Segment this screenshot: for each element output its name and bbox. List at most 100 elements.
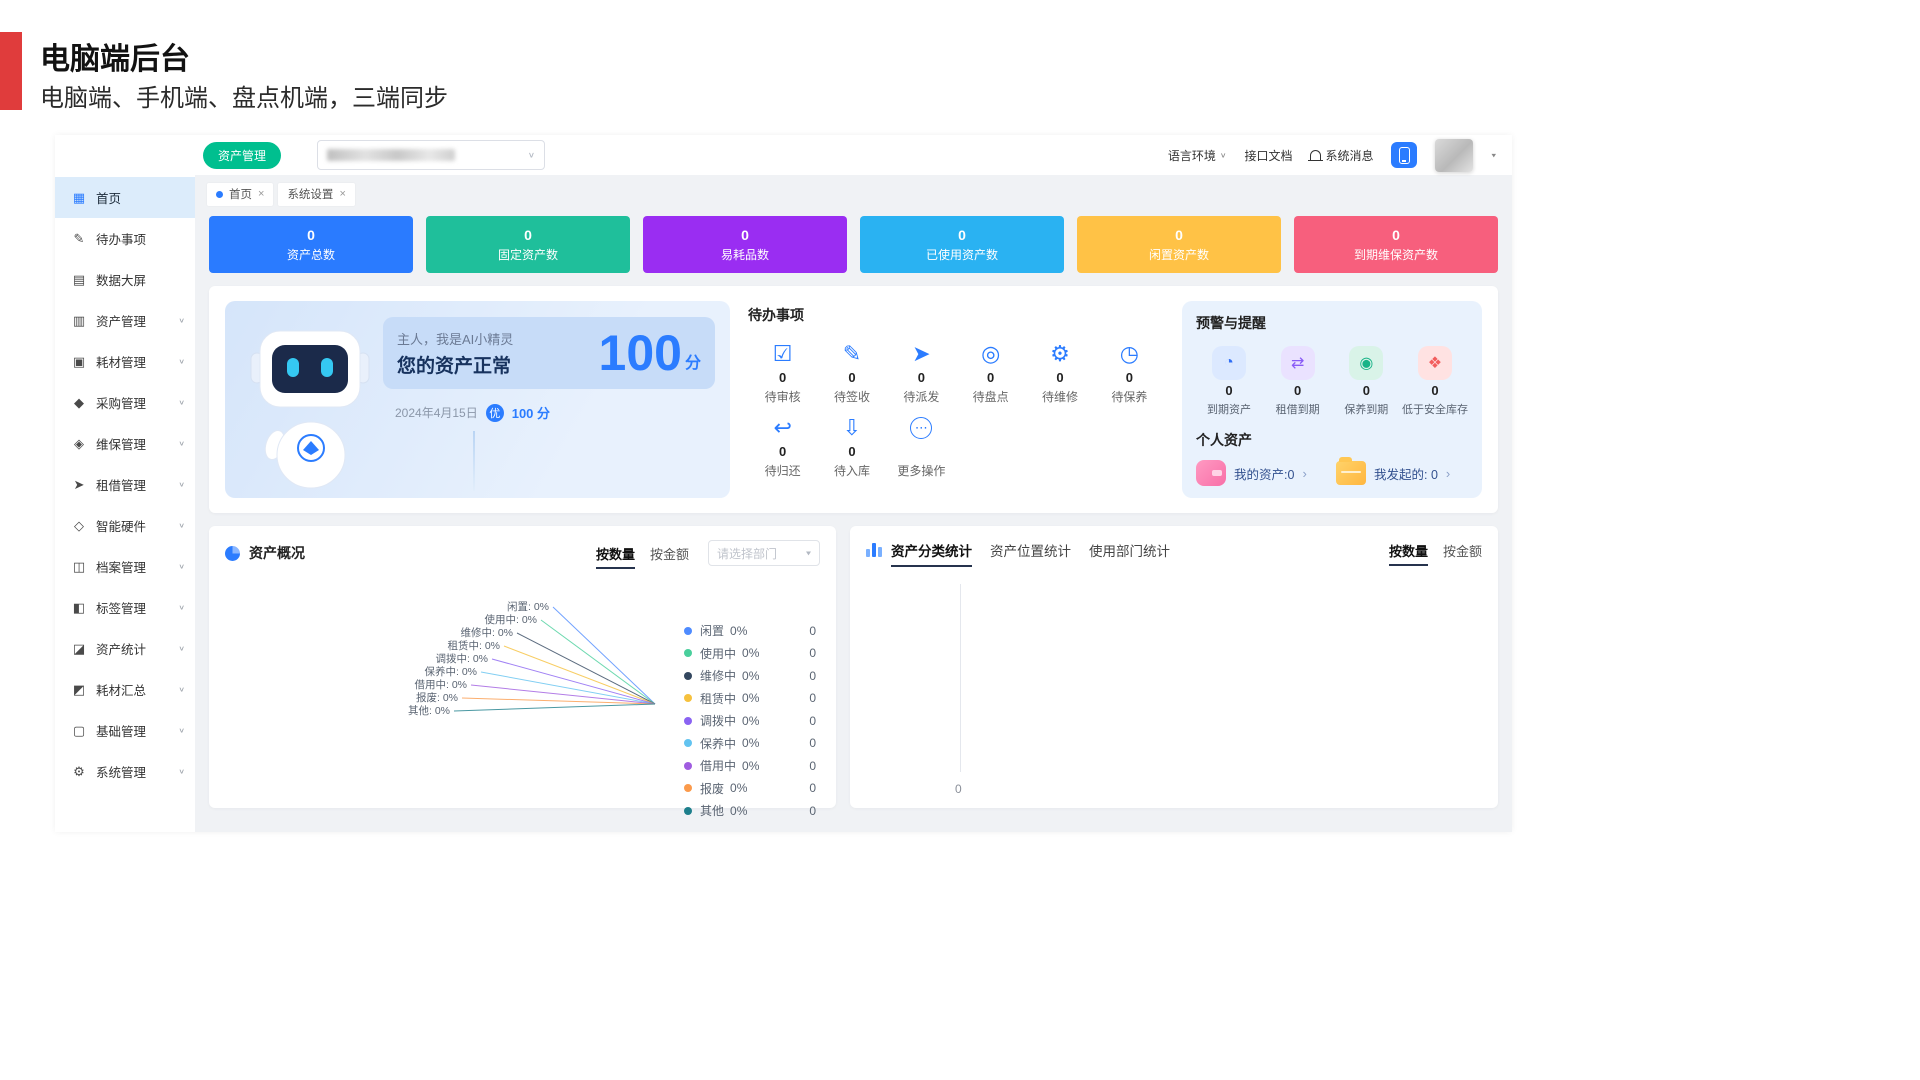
clock-icon: ◔ [1212, 346, 1246, 380]
alert-label: 到期资产 [1207, 401, 1251, 417]
inbound-icon: ⇩ [843, 415, 861, 441]
stat-card-fixed-assets[interactable]: 0 固定资产数 [426, 216, 630, 273]
legend-item[interactable]: 保养中 0% 0 [684, 735, 816, 752]
tab-system-settings[interactable]: 系统设置 × [278, 183, 354, 206]
todo-item-pending-review[interactable]: ☑ 0 待审核 [748, 341, 817, 405]
todo-item-pending-maintenance[interactable]: ◷ 0 待保养 [1095, 341, 1164, 405]
todo-item-pending-dispatch[interactable]: ➤ 0 待派发 [887, 341, 956, 405]
todo-label: 待保养 [1111, 388, 1147, 405]
language-menu[interactable]: 语言环境 ∨ [1168, 147, 1227, 164]
my-initiated-link[interactable]: 我发起的: 0 › [1336, 460, 1468, 486]
legend-item[interactable]: 维修中 0% 0 [684, 667, 816, 684]
sidebar-item-label: 资产统计 [96, 639, 146, 658]
bar-chart-icon: ◪ [71, 641, 87, 657]
legend-item[interactable]: 报废 0% 0 [684, 780, 816, 797]
sidebar-item-rental[interactable]: ➤ 租借管理 ∨ [55, 464, 195, 505]
close-icon[interactable]: × [339, 188, 345, 200]
sidebar-item-basic-mgmt[interactable]: ▢ 基础管理 ∨ [55, 710, 195, 751]
chevron-down-icon: ∨ [178, 644, 185, 652]
stat-value: 0 [741, 227, 749, 243]
stat-card-total-assets[interactable]: 0 资产总数 [209, 216, 413, 273]
stat-card-consumables[interactable]: 0 易耗品数 [643, 216, 847, 273]
sidebar-item-data-screen[interactable]: ▤ 数据大屏 [55, 259, 195, 300]
stat-value: 0 [958, 227, 966, 243]
my-initiated-label: 我发起的: 0 [1374, 464, 1438, 483]
sidebar-item-label: 采购管理 [96, 393, 146, 412]
todo-item-pending-inbound[interactable]: ⇩ 0 待入库 [817, 415, 886, 479]
tab-department-usage-stats[interactable]: 使用部门统计 [1089, 540, 1170, 560]
user-avatar[interactable] [1435, 139, 1473, 172]
stat-label: 固定资产数 [498, 246, 558, 263]
legend-item[interactable]: 其他 0% 0 [684, 802, 816, 819]
tab-asset-category-stats[interactable]: 资产分类统计 [891, 540, 972, 560]
toggle-by-count[interactable]: 按数量 [1389, 541, 1428, 560]
sidebar-item-purchase[interactable]: ◆ 采购管理 ∨ [55, 382, 195, 423]
close-icon[interactable]: × [258, 188, 264, 200]
sidebar-item-consumables[interactable]: ▣ 耗材管理 ∨ [55, 341, 195, 382]
todo-item-pending-stocktake[interactable]: ◎ 0 待盘点 [956, 341, 1025, 405]
toggle-by-amount[interactable]: 按金额 [650, 544, 689, 563]
todo-item-pending-repair[interactable]: ⚙ 0 待维修 [1025, 341, 1094, 405]
user-menu-caret-icon[interactable]: ▾ [1491, 151, 1496, 160]
ai-score-value: 100 [599, 328, 682, 378]
my-assets-label: 我的资产:0 [1234, 464, 1294, 483]
sidebar-item-label: 资产管理 [96, 311, 146, 330]
sidebar-item-label: 数据大屏 [96, 270, 146, 289]
todo-item-pending-return[interactable]: ↩ 0 待归还 [748, 415, 817, 479]
tab-home[interactable]: 首页 × [207, 183, 273, 206]
todo-item-pending-sign[interactable]: ✎ 0 待签收 [817, 341, 886, 405]
api-docs-link[interactable]: 接口文档 [1244, 147, 1292, 164]
arrow-right-icon: › [1302, 466, 1306, 481]
sidebar-item-maintenance[interactable]: ◈ 维保管理 ∨ [55, 423, 195, 464]
legend-dot [684, 627, 692, 635]
legend-item[interactable]: 租赁中 0% 0 [684, 690, 816, 707]
stat-card-idle-assets[interactable]: 0 闲置资产数 [1077, 216, 1281, 273]
sidebar-item-asset-mgmt[interactable]: ▥ 资产管理 ∨ [55, 300, 195, 341]
legend-item[interactable]: 调拨中 0% 0 [684, 712, 816, 729]
mobile-app-button[interactable] [1391, 142, 1417, 168]
repair-icon: ⚙ [1050, 341, 1070, 367]
chevron-down-icon: ∨ [178, 439, 185, 447]
folder-icon [1336, 461, 1366, 485]
edit-icon: ✎ [71, 231, 87, 247]
sidebar-item-home[interactable]: ▦ 首页 [55, 177, 195, 218]
department-select-placeholder: 请选择部门 [717, 545, 777, 562]
sidebar-item-system-mgmt[interactable]: ⚙ 系统管理 ∨ [55, 751, 195, 792]
todo-item-more-actions[interactable]: ⋯ 更多操作 [887, 415, 956, 479]
legend-item[interactable]: 闲置 0% 0 [684, 622, 816, 639]
chevron-down-icon: ∨ [178, 357, 185, 365]
toggle-by-amount[interactable]: 按金额 [1443, 541, 1482, 560]
alert-item-maintenance-due[interactable]: ◉ 0 保养到期 [1333, 346, 1399, 417]
sidebar-item-smart-hardware[interactable]: ◇ 智能硬件 ∨ [55, 505, 195, 546]
target-icon: ◉ [1349, 346, 1383, 380]
tab-asset-location-stats[interactable]: 资产位置统计 [990, 540, 1071, 560]
language-label: 语言环境 [1168, 147, 1216, 164]
asset-overview-card: 资产概况 按数量 按金额 请选择部门 ▾ [209, 526, 836, 808]
legend-item[interactable]: 借用中 0% 0 [684, 757, 816, 774]
alert-item-expiring-assets[interactable]: ◔ 0 到期资产 [1196, 346, 1262, 417]
alert-count: 0 [1363, 383, 1370, 398]
module-badge[interactable]: 资产管理 [203, 142, 281, 169]
stat-card-used-assets[interactable]: 0 已使用资产数 [860, 216, 1064, 273]
legend-item[interactable]: 使用中 0% 0 [684, 645, 816, 662]
department-select[interactable]: 请选择部门 ▾ [708, 540, 820, 566]
sidebar-item-todo[interactable]: ✎ 待办事项 [55, 218, 195, 259]
toggle-by-count[interactable]: 按数量 [596, 544, 635, 563]
alert-item-rental-due[interactable]: ⇄ 0 租借到期 [1265, 346, 1331, 417]
x-axis-zero-label: 0 [955, 782, 962, 796]
legend-dot [684, 694, 692, 702]
company-select[interactable]: ∨ [317, 140, 545, 170]
stat-label: 闲置资产数 [1149, 246, 1209, 263]
sidebar-item-asset-stats[interactable]: ◪ 资产统计 ∨ [55, 628, 195, 669]
my-assets-link[interactable]: 我的资产:0 › [1196, 460, 1328, 486]
alert-label: 保养到期 [1344, 401, 1388, 417]
alert-count: 0 [1294, 383, 1301, 398]
sidebar-item-archives[interactable]: ◫ 档案管理 ∨ [55, 546, 195, 587]
stat-card-expiring-maintenance[interactable]: 0 到期维保资产数 [1294, 216, 1498, 273]
sidebar-item-consumable-summary[interactable]: ◩ 耗材汇总 ∨ [55, 669, 195, 710]
system-messages-link[interactable]: 系统消息 [1310, 147, 1373, 164]
sidebar-item-labels[interactable]: ◧ 标签管理 ∨ [55, 587, 195, 628]
alert-item-low-stock[interactable]: ❖ 0 低于安全库存 [1402, 346, 1468, 417]
personal-assets-title: 个人资产 [1196, 430, 1468, 450]
pie-legend: 闲置 0% 0 使用中 0% 0 [684, 622, 816, 819]
